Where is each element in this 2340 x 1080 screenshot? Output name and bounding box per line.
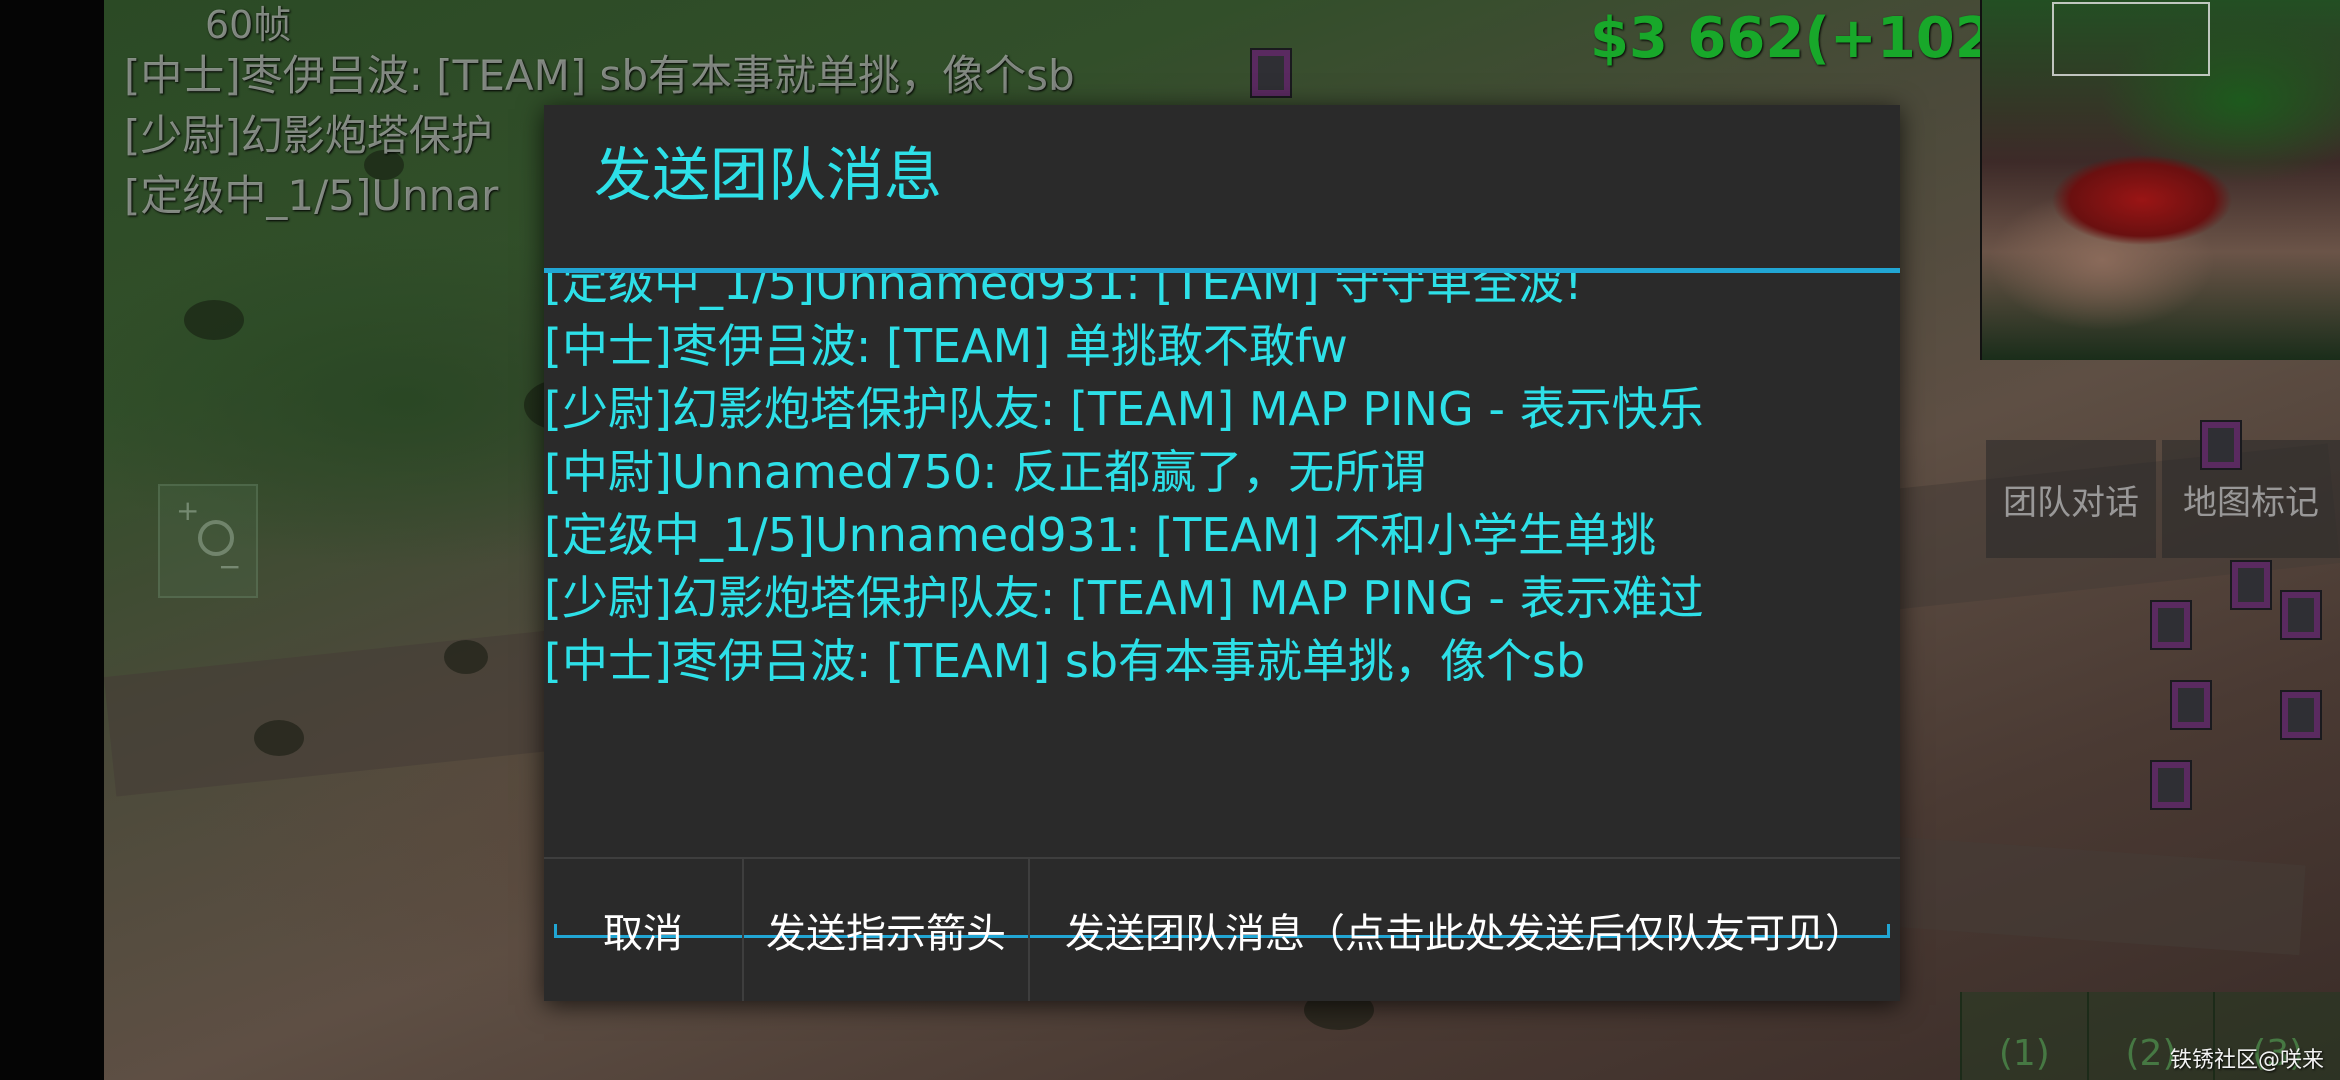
team-message-dialog: 发送团队消息 [定级中_1/5]Unnamed931: [TEAM] 守守单全波… — [544, 105, 1900, 1001]
send-arrow-button[interactable]: 发送指示箭头 — [744, 859, 1030, 1001]
unit-sprite[interactable] — [2200, 420, 2242, 470]
minimap-viewport[interactable] — [2052, 2, 2210, 76]
minimap[interactable] — [1980, 0, 2340, 360]
money-counter: $3 662(+102) — [1590, 6, 2020, 71]
message-line: [少尉]幻影炮塔保护队友: [TEAM] MAP PING - 表示快乐 — [544, 382, 1704, 436]
chat-overlay-line: [中士]枣伊吕波: [TEAM] sb有本事就单挑，像个sb — [124, 51, 1075, 100]
message-input-area[interactable]: [定级中_1/5]Unnamed931: [TEAM] 守守单全波! [中士]枣… — [544, 273, 1900, 937]
zoom-control[interactable]: + − — [158, 484, 258, 598]
team-chat-button[interactable]: 团队对话 — [1986, 440, 2156, 558]
watermark: 铁锈社区@咲来 — [2169, 1048, 2324, 1073]
message-line: [中士]枣伊吕波: [TEAM] sb有本事就单挑，像个sb — [544, 634, 1586, 688]
map-mark-button[interactable]: 地图标记 — [2162, 440, 2340, 558]
unit-sprite[interactable] — [2150, 760, 2192, 810]
unit-sprite[interactable] — [1250, 48, 1292, 98]
send-team-message-button[interactable]: 发送团队消息（点击此处发送后仅队友可见） — [1030, 859, 1900, 1001]
message-line: [定级中_1/5]Unnamed931: [TEAM] 不和小学生单挑 — [544, 508, 1657, 562]
unit-sprite[interactable] — [2280, 590, 2322, 640]
zoom-out-icon[interactable]: − — [218, 550, 241, 583]
message-line: [中尉]Unnamed750: 反正都赢了，无所谓 — [544, 445, 1427, 499]
unit-sprite[interactable] — [2150, 600, 2192, 650]
zoom-in-icon[interactable]: + — [176, 494, 199, 527]
group-slot-1[interactable]: (1) — [1960, 992, 2087, 1080]
left-black-bar — [0, 0, 104, 1080]
message-line: [少尉]幻影炮塔保护队友: [TEAM] MAP PING - 表示难过 — [544, 571, 1704, 625]
unit-sprite[interactable] — [2280, 690, 2322, 740]
unit-sprite[interactable] — [2170, 680, 2212, 730]
cancel-button[interactable]: 取消 — [544, 859, 744, 1001]
fps-counter: 60帧 — [205, 3, 292, 47]
message-line: [定级中_1/5]Unnamed931: [TEAM] 守守单全波! — [544, 273, 1583, 310]
message-line: [中士]枣伊吕波: [TEAM] 单挑敢不敢fw — [544, 319, 1348, 373]
unit-sprite[interactable] — [2230, 560, 2272, 610]
dialog-title: 发送团队消息 — [594, 141, 943, 209]
dialog-button-row: 取消 发送指示箭头 发送团队消息（点击此处发送后仅队友可见） — [544, 859, 1900, 1001]
message-list: [定级中_1/5]Unnamed931: [TEAM] 守守单全波! [中士]枣… — [544, 273, 1704, 693]
